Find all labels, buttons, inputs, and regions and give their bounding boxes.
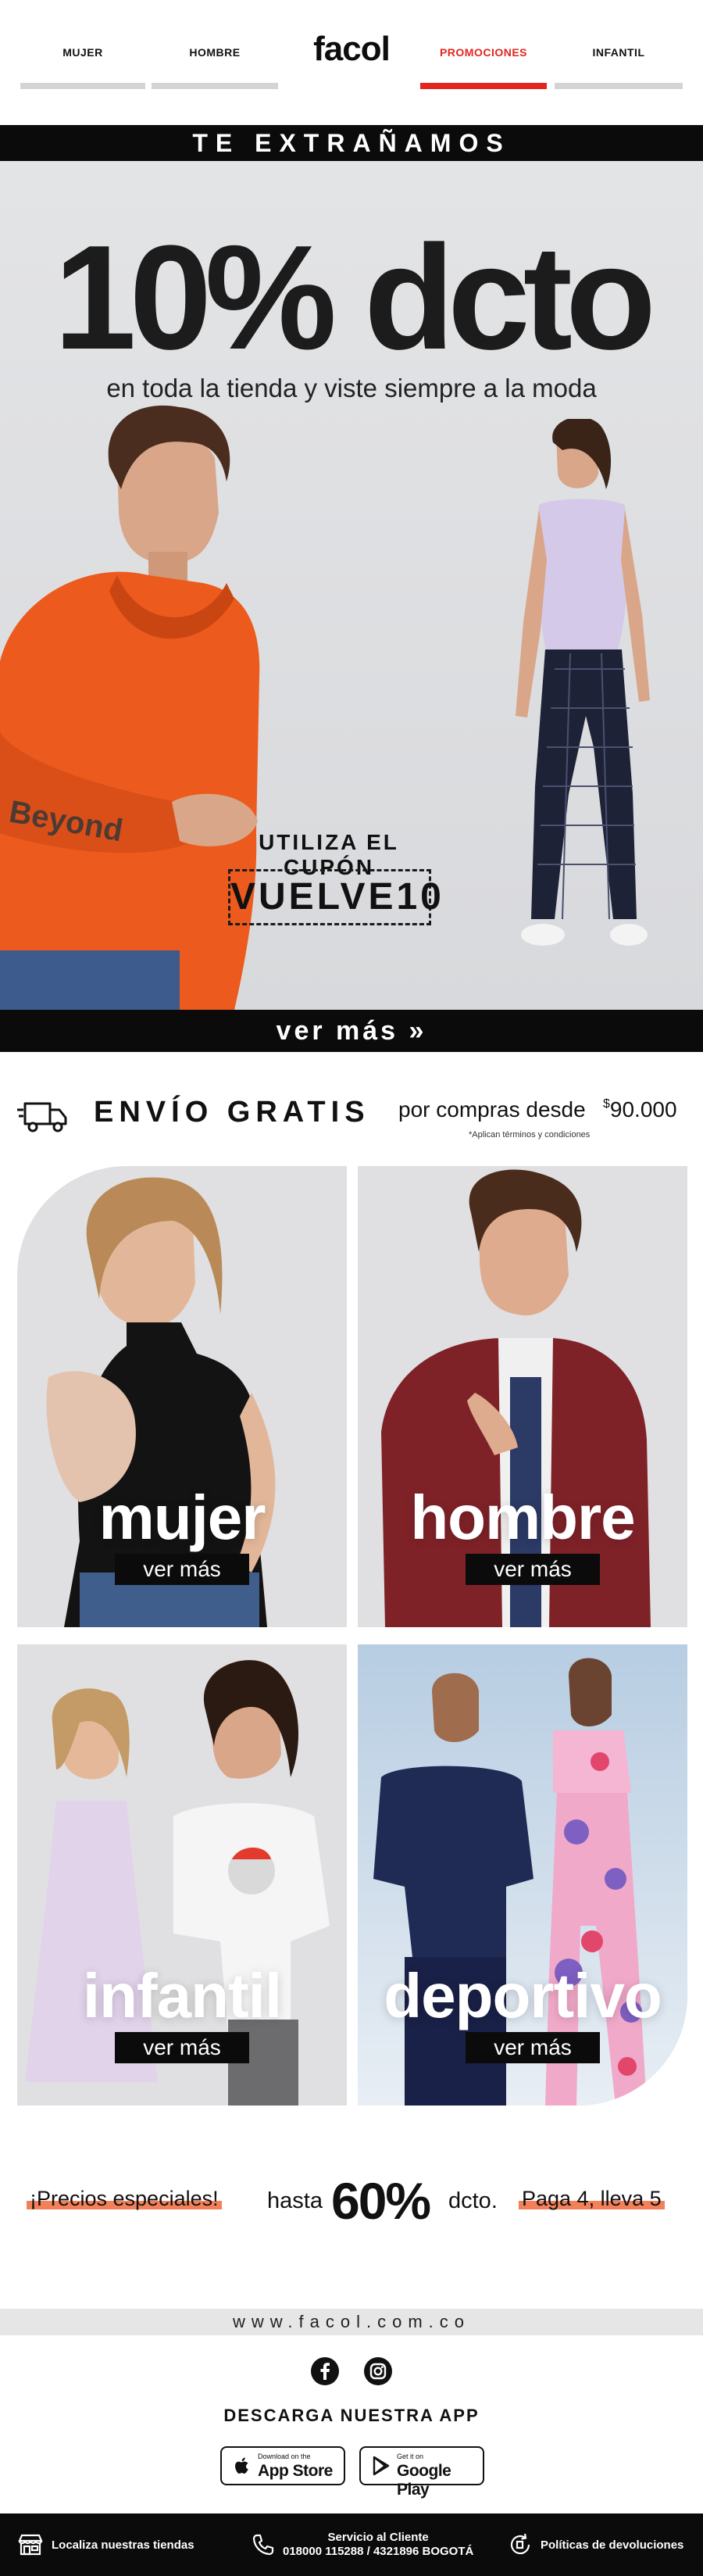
category-card-hombre[interactable]: hombre ver más xyxy=(358,1166,687,1627)
brand-logo[interactable]: facol xyxy=(289,30,414,69)
apple-icon xyxy=(235,2457,248,2474)
promo-upto-label: hasta xyxy=(267,2188,323,2213)
customer-service-text: Servicio al Cliente 018000 115288 / 4321… xyxy=(283,2531,473,2559)
returns-policy-label: Políticas de devoluciones xyxy=(541,2538,684,2552)
customer-service-phones: 018000 115288 / 4321896 BOGOTÁ xyxy=(283,2545,474,2558)
facebook-icon[interactable] xyxy=(309,2356,341,2387)
category-title: deportivo xyxy=(384,1961,662,2030)
phone-icon xyxy=(252,2534,274,2556)
free-shipping-amount: $90.000 xyxy=(603,1097,677,1122)
top-nav: MUJER HOMBRE facol PROMOCIONES INFANTIL xyxy=(0,0,703,125)
pay4-take5-label[interactable]: Paga 4, lleva 5 xyxy=(519,2187,665,2211)
nav-item-label: INFANTIL xyxy=(592,46,645,59)
store-locator-link[interactable]: Localiza nuestras tiendas xyxy=(17,2513,194,2576)
terms-note: *Aplican términos y condiciones xyxy=(469,1130,591,1140)
footer-bar: Localiza nuestras tiendas Servicio al Cl… xyxy=(0,2513,703,2576)
returns-policy-link[interactable]: Políticas de devoluciones xyxy=(508,2513,683,2576)
category-ver-mas-button[interactable]: ver más xyxy=(115,2032,249,2063)
currency-symbol: $ xyxy=(603,1097,610,1111)
promo-percent: 60% xyxy=(331,2172,431,2230)
hero-top-strip: TE EXTRAÑAMOS xyxy=(0,125,703,161)
category-title: mujer xyxy=(98,1483,266,1552)
nav-item-label: HOMBRE xyxy=(189,46,241,59)
nav-item-promociones[interactable]: PROMOCIONES xyxy=(420,45,547,92)
category-ver-mas-button[interactable]: ver más xyxy=(466,1554,600,1585)
app-store-small-text: Download on the xyxy=(258,2453,311,2460)
returns-icon xyxy=(510,2533,530,2555)
nav-underline xyxy=(555,83,683,89)
social-links xyxy=(0,2356,703,2390)
google-play-big-text: Google Play xyxy=(397,2462,451,2499)
category-title: hombre xyxy=(410,1483,635,1552)
app-store-button[interactable]: Download on the App Store xyxy=(220,2446,345,2485)
category-card-deportivo[interactable]: deportivo ver más xyxy=(358,1644,687,2106)
nav-underline xyxy=(20,83,145,89)
nav-item-infantil[interactable]: INFANTIL xyxy=(555,45,683,92)
category-ver-mas-button[interactable]: ver más xyxy=(115,1554,249,1585)
customer-service-link[interactable]: Servicio al Cliente 018000 115288 / 4321… xyxy=(252,2513,473,2576)
instagram-icon[interactable] xyxy=(362,2356,394,2387)
promo-dcto-label: dcto. xyxy=(448,2188,498,2213)
nav-item-label: PROMOCIONES xyxy=(439,46,528,59)
customer-service-title: Servicio al Cliente xyxy=(327,2531,429,2544)
amount-value: 90.000 xyxy=(609,1097,677,1122)
free-shipping-banner: ENVÍO GRATIS por compras desde $90.000 *… xyxy=(0,1083,703,1149)
hero-ver-mas-button[interactable]: ver más » xyxy=(0,1010,703,1052)
email-page: MUJER HOMBRE facol PROMOCIONES INFANTIL … xyxy=(0,0,703,2576)
nav-item-label: MUJER xyxy=(62,46,103,59)
google-play-button[interactable]: Get it on Google Play xyxy=(359,2446,484,2499)
google-play-small-text: Get it on xyxy=(397,2453,424,2460)
nav-item-hombre[interactable]: HOMBRE xyxy=(152,45,278,92)
free-shipping-desc: por compras desde xyxy=(398,1097,586,1122)
truck-icon xyxy=(17,1102,67,1132)
special-prices-label[interactable]: ¡Precios especiales! xyxy=(27,2187,222,2211)
app-store-big-text: App Store xyxy=(258,2462,333,2480)
google-play-icon xyxy=(373,2456,390,2476)
nav-item-mujer[interactable]: MUJER xyxy=(20,45,145,92)
coupon-code[interactable]: VUELVE10 xyxy=(228,869,441,925)
store-icon xyxy=(18,2534,43,2556)
website-url[interactable]: www.facol.com.co xyxy=(0,2309,703,2335)
free-shipping-title: ENVÍO GRATIS xyxy=(94,1096,370,1129)
download-app-title: DESCARGA NUESTRA APP xyxy=(223,2406,480,2425)
category-ver-mas-button[interactable]: ver más xyxy=(466,2032,600,2063)
nav-underline xyxy=(420,83,547,89)
hero-headline: 10% dcto xyxy=(53,215,656,381)
category-title: infantil xyxy=(82,1961,282,2030)
category-card-infantil[interactable]: infantil ver más xyxy=(17,1644,347,2106)
promo-row: ¡Precios especiales! hasta 60% dcto. Pag… xyxy=(0,2157,703,2243)
category-card-mujer[interactable]: mujer ver más xyxy=(17,1166,347,1627)
store-locator-label: Localiza nuestras tiendas xyxy=(52,2538,194,2552)
hero-woman-illustration xyxy=(516,419,650,946)
hero-banner[interactable]: 10% dcto en toda la tienda y viste siemp… xyxy=(0,161,703,1010)
nav-underline xyxy=(152,83,278,89)
